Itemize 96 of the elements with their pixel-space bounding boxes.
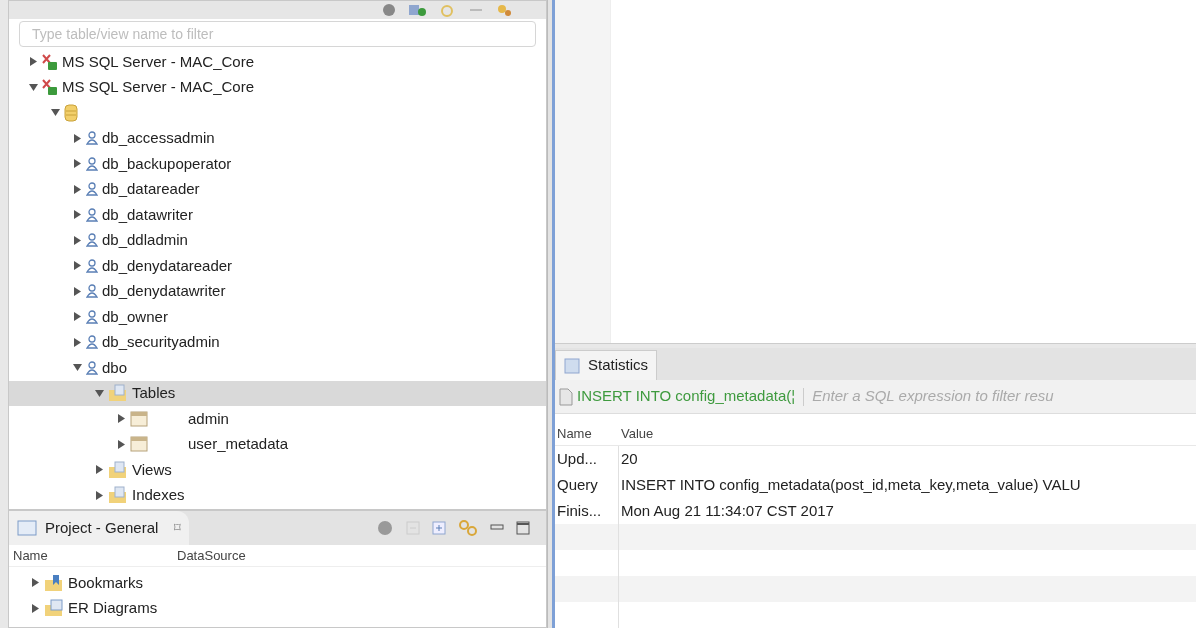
- tree-item[interactable]: db_datareader: [9, 176, 546, 202]
- user-icon: [86, 131, 98, 146]
- tree-item[interactable]: db_denydatareader: [9, 253, 546, 279]
- table-cell: Query: [555, 472, 619, 498]
- user-icon: [86, 309, 98, 324]
- user-icon: [86, 156, 98, 171]
- user-icon: [86, 335, 98, 350]
- folder-icon: [108, 486, 128, 505]
- tree-item-label: Indexes: [132, 485, 185, 505]
- user-icon: [86, 182, 98, 197]
- tree-item-label: db_denydatawriter: [102, 281, 226, 301]
- tree-item-label: admin: [188, 408, 229, 429]
- tree-item[interactable]: MS SQL Server - MAC_Core: [9, 49, 546, 75]
- tree-item-label: Views: [132, 459, 172, 480]
- table-icon: [130, 436, 148, 453]
- project-item-label: Bookmarks: [68, 572, 144, 593]
- expand-arrow-icon[interactable]: [95, 388, 104, 398]
- expand-arrow-icon[interactable]: [73, 363, 82, 373]
- folder-icon: [108, 460, 128, 479]
- minimize-icon[interactable]: [490, 523, 504, 533]
- tree-item-label: db_backupoperator: [102, 153, 232, 174]
- folder-icon: [108, 384, 128, 403]
- tree-item-label: db_datareader: [102, 179, 200, 199]
- tree-item[interactable]: db_accessadmin: [9, 125, 546, 151]
- connect-icon[interactable]: [408, 3, 426, 17]
- maximize-icon[interactable]: [516, 521, 530, 535]
- tree-item-label: db_ddladmin: [102, 230, 188, 250]
- expand-arrow-icon[interactable]: [29, 82, 38, 92]
- filter-field[interactable]: Type table/view name to filter: [19, 21, 536, 47]
- database-connection-icon: [42, 52, 58, 71]
- document-icon: [559, 387, 573, 406]
- expand-arrow-icon[interactable]: [117, 439, 126, 449]
- expand-arrow-icon[interactable]: [73, 159, 82, 169]
- expand-arrow-icon[interactable]: [73, 337, 82, 347]
- tree-item-label: db_owner: [102, 306, 168, 327]
- column-header[interactable]: DataSource: [177, 545, 246, 566]
- table-cell-text: INSERT INTO config_metadata(post_id,meta_key,meta_value) VALU: [620, 474, 1081, 495]
- tree-item[interactable]: Indexes: [9, 482, 546, 508]
- tree-item-label: Tables: [132, 383, 176, 403]
- column-header[interactable]: Name: [9, 545, 177, 566]
- expand-arrow-icon[interactable]: [73, 286, 82, 296]
- tree-item[interactable]: dbo: [9, 355, 546, 381]
- statistics-tab[interactable]: Statistics: [555, 350, 657, 381]
- project-item-label: ER Diagrams: [68, 598, 158, 618]
- expand-arrow-icon[interactable]: [73, 235, 82, 245]
- table-cell-text: 20: [620, 448, 638, 469]
- diagram-folder-icon: [44, 599, 64, 618]
- user-icon: [86, 233, 98, 248]
- expand-arrow-icon[interactable]: [31, 578, 40, 588]
- chart-icon: [564, 357, 580, 374]
- tree-item[interactable]: db_denydatawriter: [9, 278, 546, 304]
- tree-item-label: MS SQL Server - MAC_Core: [62, 77, 254, 97]
- table-cell: Upd...: [555, 446, 619, 472]
- user-icon: [86, 258, 98, 273]
- expand-arrow-icon[interactable]: [73, 312, 82, 322]
- expand-arrow-icon[interactable]: [29, 57, 38, 67]
- tree-item[interactable]: MS SQL Server - MAC_Core: [9, 74, 546, 100]
- tree-item-label: db_datawriter: [102, 204, 193, 225]
- expand-arrow-icon[interactable]: [73, 210, 82, 220]
- expand-arrow-icon[interactable]: [31, 603, 40, 613]
- project-tab[interactable]: Project - General ⌑: [9, 511, 190, 545]
- tree-item[interactable]: db_owner: [9, 304, 546, 330]
- expand-arrow-icon[interactable]: [51, 108, 60, 118]
- bookmark-folder-icon: [44, 573, 64, 592]
- table-cell-text: Mon Aug 21 11:34:07 CST 2017: [620, 500, 834, 521]
- database-icon: [64, 103, 78, 122]
- expand-arrow-icon[interactable]: [73, 261, 82, 271]
- expand-arrow-icon[interactable]: [95, 490, 104, 500]
- tree-item[interactable]: Views: [9, 457, 546, 483]
- expand-arrow-icon[interactable]: [73, 184, 82, 194]
- project-item[interactable]: ER Diagrams: [9, 595, 546, 621]
- tree-item[interactable]: db_datawriter: [9, 202, 546, 228]
- window-icon: [17, 520, 37, 536]
- user-icon: [86, 284, 98, 299]
- user-icon: [86, 207, 98, 222]
- tree-item[interactable]: admin: [9, 406, 546, 432]
- table-icon: [130, 410, 148, 427]
- project-item[interactable]: Bookmarks: [9, 570, 546, 596]
- expand-arrow-icon[interactable]: [117, 414, 126, 424]
- column-header[interactable]: Name: [555, 423, 619, 444]
- tree-item-label: user_metadata: [188, 434, 289, 454]
- tree-item-label: db_denydatareader: [102, 255, 233, 276]
- user-icon: [86, 360, 98, 375]
- tree-item-label: db_accessadmin: [102, 128, 215, 148]
- tree-item[interactable]: db_backupoperator: [9, 151, 546, 177]
- expand-arrow-icon[interactable]: [73, 133, 82, 143]
- tree-item[interactable]: Tables: [9, 380, 546, 406]
- database-connection-icon: [42, 78, 58, 97]
- tree-item[interactable]: user_metadata: [9, 431, 546, 457]
- tree-item[interactable]: db_securityadmin: [9, 329, 546, 355]
- tree-item[interactable]: db_ddladmin: [9, 227, 546, 253]
- column-header[interactable]: Value: [619, 423, 654, 444]
- tree-item-label: MS SQL Server - MAC_Core: [62, 51, 254, 72]
- tree-item-label: dbo: [102, 357, 128, 378]
- expand-arrow-icon[interactable]: [95, 465, 104, 475]
- tree-item-label: db_securityadmin: [102, 332, 220, 352]
